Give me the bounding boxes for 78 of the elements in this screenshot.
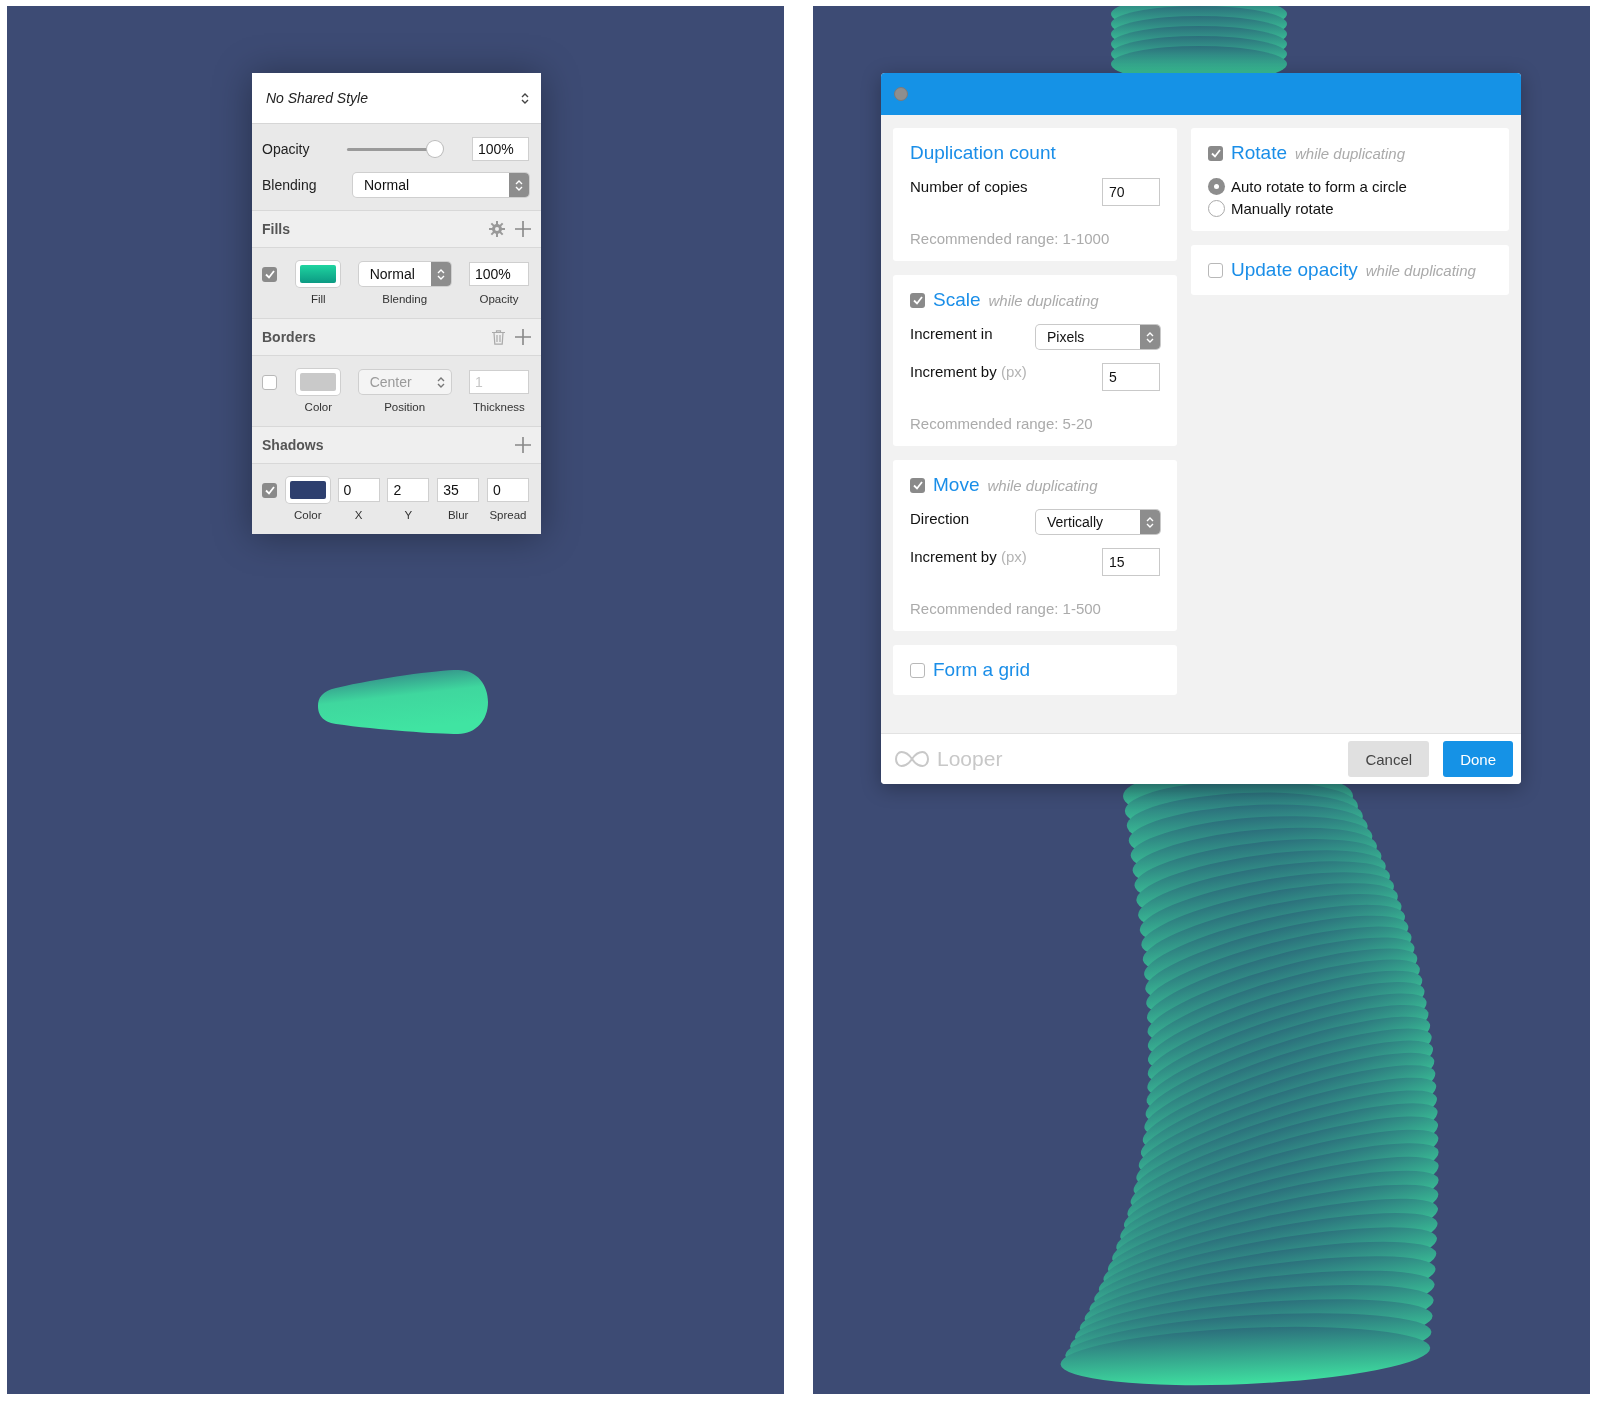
field-caption: Thickness bbox=[472, 401, 526, 413]
plus-icon[interactable] bbox=[515, 329, 531, 345]
checkbox[interactable] bbox=[1208, 262, 1223, 278]
hint-text: Recommended range: 5-20 bbox=[910, 415, 1094, 432]
checkbox[interactable] bbox=[910, 662, 925, 678]
radio-label[interactable]: Manually rotate bbox=[1231, 200, 1334, 217]
blending-select[interactable]: Normal bbox=[353, 173, 529, 197]
input-field[interactable]: 15 bbox=[1102, 548, 1160, 576]
cancel-button[interactable]: Cancel bbox=[1348, 741, 1430, 777]
card-subtitle: while duplicating bbox=[987, 476, 1098, 494]
checkbox[interactable] bbox=[262, 266, 277, 282]
chevrons-icon bbox=[521, 91, 529, 105]
hint-text: Recommended range: 1-500 bbox=[910, 600, 1102, 617]
field-caption: Blur bbox=[446, 509, 470, 521]
card-title: Move bbox=[933, 474, 980, 496]
radio-label[interactable]: Auto rotate to form a circle bbox=[1231, 178, 1407, 195]
chevrons-icon bbox=[515, 178, 523, 192]
dropdown[interactable]: Pixels bbox=[1036, 325, 1160, 349]
shadow-field[interactable]: 2 bbox=[387, 478, 430, 502]
card-title: Rotate bbox=[1231, 142, 1287, 164]
shadow-field[interactable]: 0 bbox=[337, 478, 380, 502]
checkbox[interactable] bbox=[1208, 145, 1223, 161]
chevrons-icon bbox=[1146, 330, 1154, 344]
trash-icon[interactable] bbox=[492, 329, 505, 345]
dropdown[interactable]: Vertically bbox=[1036, 510, 1160, 534]
window-control[interactable] bbox=[894, 87, 908, 101]
field-caption: Blending bbox=[381, 293, 429, 305]
section-title: Fills bbox=[262, 221, 290, 237]
field-caption: Color bbox=[293, 509, 323, 521]
checkbox[interactable] bbox=[262, 482, 277, 498]
shadow-field[interactable]: 35 bbox=[437, 478, 480, 502]
card-subtitle: while duplicating bbox=[988, 291, 1099, 309]
chevrons-icon bbox=[436, 267, 445, 281]
section-title: Shadows bbox=[262, 437, 324, 453]
card-subtitle: while duplicating bbox=[1365, 261, 1476, 279]
card-title: Form a grid bbox=[933, 659, 1031, 681]
blending-label: Blending bbox=[262, 177, 317, 193]
field-label: Increment by (px) bbox=[910, 548, 1027, 565]
field-caption: Spread bbox=[488, 509, 528, 521]
chevrons-icon bbox=[436, 375, 445, 389]
plus-icon[interactable] bbox=[515, 221, 531, 237]
card-title: Update opacity bbox=[1231, 259, 1358, 281]
section-title: Borders bbox=[262, 329, 316, 345]
card-title: Scale bbox=[933, 289, 981, 311]
field-caption: Opacity bbox=[478, 293, 520, 305]
field-caption: Fill bbox=[309, 293, 327, 305]
opacity-label: Opacity bbox=[262, 141, 310, 157]
field-label: Number of copies bbox=[910, 178, 1028, 195]
border-swatch[interactable] bbox=[296, 369, 341, 395]
checkbox[interactable] bbox=[262, 374, 277, 390]
hint-text: Recommended range: 1-1000 bbox=[910, 230, 1111, 247]
blending-select[interactable]: Normal bbox=[358, 262, 451, 286]
card-title: Duplication count bbox=[910, 142, 1056, 164]
chevrons-icon bbox=[1146, 515, 1154, 529]
field-label: Direction bbox=[910, 510, 970, 527]
radio-button[interactable] bbox=[1208, 178, 1225, 195]
input-field[interactable]: 5 bbox=[1102, 363, 1160, 391]
plus-icon[interactable] bbox=[515, 437, 531, 453]
input-field[interactable]: 70 bbox=[1102, 178, 1160, 206]
field-caption: Position bbox=[383, 401, 427, 413]
checkbox[interactable] bbox=[910, 477, 925, 493]
shared-style-selector[interactable]: No Shared Style bbox=[252, 73, 541, 124]
field-caption: Color bbox=[303, 401, 334, 413]
fill-swatch[interactable] bbox=[296, 261, 341, 287]
settings-icon[interactable] bbox=[489, 221, 505, 237]
checkbox[interactable] bbox=[910, 292, 925, 308]
slider-thumb[interactable] bbox=[426, 141, 443, 157]
field-label: Increment by (px) bbox=[910, 363, 1027, 380]
field-caption: X bbox=[353, 509, 364, 521]
opacity-field[interactable]: 100% bbox=[472, 137, 529, 161]
infinity-logo-icon bbox=[895, 750, 929, 768]
radio-button[interactable] bbox=[1208, 200, 1225, 217]
card-subtitle: while duplicating bbox=[1295, 144, 1406, 162]
opacity-field[interactable]: 100% bbox=[469, 262, 529, 286]
shadow-field[interactable]: 0 bbox=[487, 478, 529, 502]
field-label: Increment in bbox=[910, 325, 993, 342]
shadow-swatch[interactable] bbox=[285, 477, 330, 503]
field-caption: Y bbox=[403, 509, 414, 521]
